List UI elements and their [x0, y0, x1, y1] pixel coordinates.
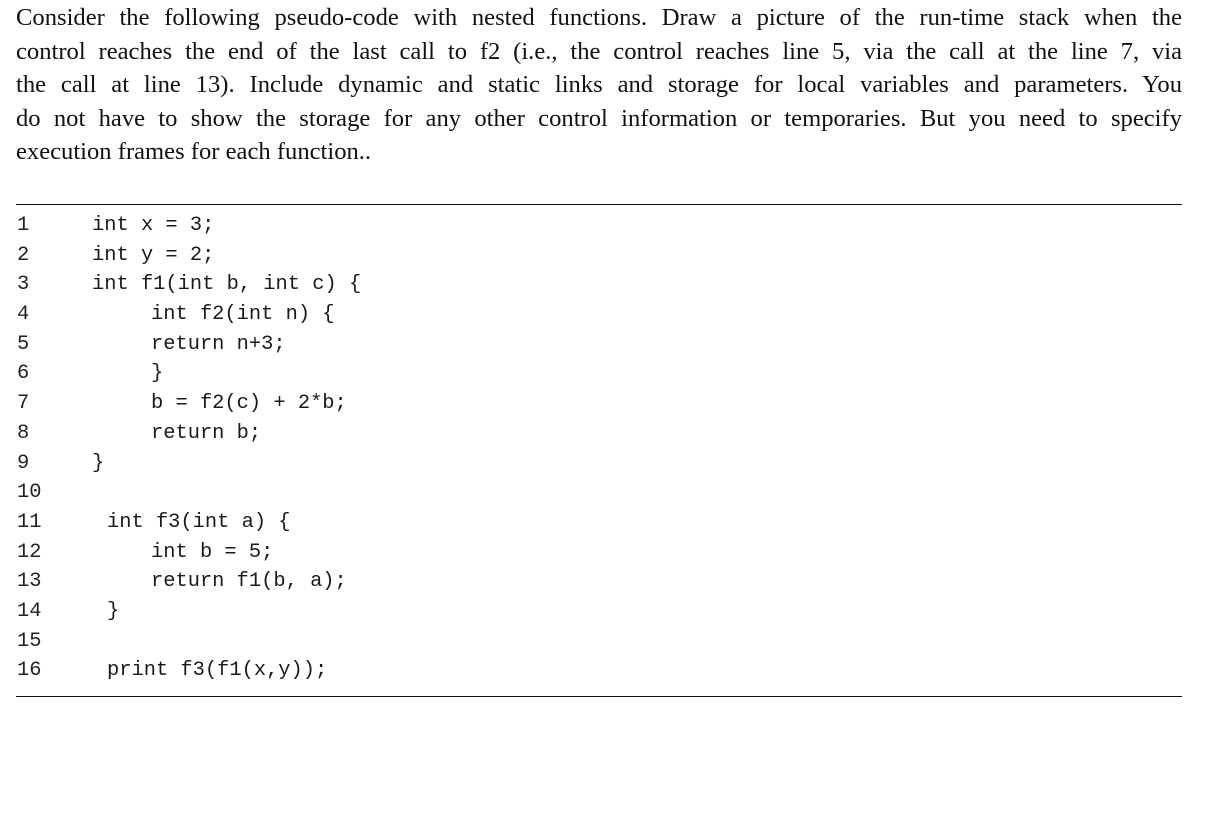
- code-line: 13 return f1(b, a);: [0, 567, 1228, 597]
- code-line: 15: [0, 627, 1228, 657]
- code-line: 12 int b = 5;: [0, 538, 1228, 568]
- line-number: 15: [17, 629, 42, 653]
- line-code: int f3(int a) {: [107, 510, 291, 534]
- line-number: 8: [17, 421, 30, 445]
- question-line: do not have to show the storage for any …: [16, 104, 1182, 132]
- line-code: return f1(b, a);: [151, 570, 347, 594]
- code-line: 1 int x = 3;: [0, 211, 1228, 241]
- line-code: b = f2(c) + 2*b;: [151, 392, 347, 416]
- line-number: 16: [17, 659, 42, 683]
- code-line: 7 b = f2(c) + 2*b;: [0, 389, 1228, 419]
- line-number: 10: [17, 481, 42, 505]
- code-top-rule: [16, 204, 1182, 205]
- question-line: execution frames for each function..: [16, 138, 372, 165]
- code-line: 16 print f3(f1(x,y));: [0, 656, 1228, 686]
- line-number: 12: [17, 540, 42, 564]
- line-code: }: [92, 451, 105, 475]
- code-line: 5 return n+3;: [0, 330, 1228, 360]
- line-code: }: [107, 599, 120, 623]
- line-number: 11: [17, 510, 42, 534]
- code-line: 9 }: [0, 449, 1228, 479]
- question-prompt: Consider the following pseudo-code with …: [16, 1, 1182, 169]
- code-line: 11 int f3(int a) {: [0, 508, 1228, 538]
- code-line: 14 }: [0, 597, 1228, 627]
- line-number: 2: [17, 243, 30, 267]
- code-listing: 1 int x = 3; 2 int y = 2; 3 int f1(int b…: [0, 211, 1228, 686]
- question-line: control reaches the end of the last call…: [16, 37, 1182, 65]
- code-line: 3 int f1(int b, int c) {: [0, 270, 1228, 300]
- code-line: 6 }: [0, 359, 1228, 389]
- line-number: 3: [17, 273, 30, 297]
- code-line: 8 return b;: [0, 419, 1228, 449]
- code-bottom-rule: [16, 696, 1182, 697]
- line-code: return b;: [151, 421, 262, 445]
- line-code: print f3(f1(x,y));: [107, 659, 328, 683]
- line-number: 5: [17, 332, 30, 356]
- line-number: 13: [17, 570, 42, 594]
- question-line: Consider the following pseudo-code with …: [16, 4, 1182, 31]
- line-number: 6: [17, 362, 30, 386]
- line-number: 7: [17, 392, 30, 416]
- code-line: 10: [0, 478, 1228, 508]
- line-code: }: [151, 362, 164, 386]
- line-code: int b = 5;: [151, 540, 274, 564]
- code-line: 4 int f2(int n) {: [0, 300, 1228, 330]
- line-code: int x = 3;: [92, 214, 215, 237]
- code-line: 2 int y = 2;: [0, 241, 1228, 271]
- question-line: the call at line 13). Include dynamic an…: [16, 71, 1182, 98]
- line-number: 14: [17, 599, 42, 623]
- line-number: 1: [17, 214, 30, 237]
- line-code: int f2(int n) {: [151, 303, 335, 327]
- line-code: int f1(int b, int c) {: [92, 273, 362, 297]
- line-number: 9: [17, 451, 30, 475]
- line-code: return n+3;: [151, 332, 286, 356]
- line-code: int y = 2;: [92, 243, 215, 267]
- line-number: 4: [17, 303, 30, 327]
